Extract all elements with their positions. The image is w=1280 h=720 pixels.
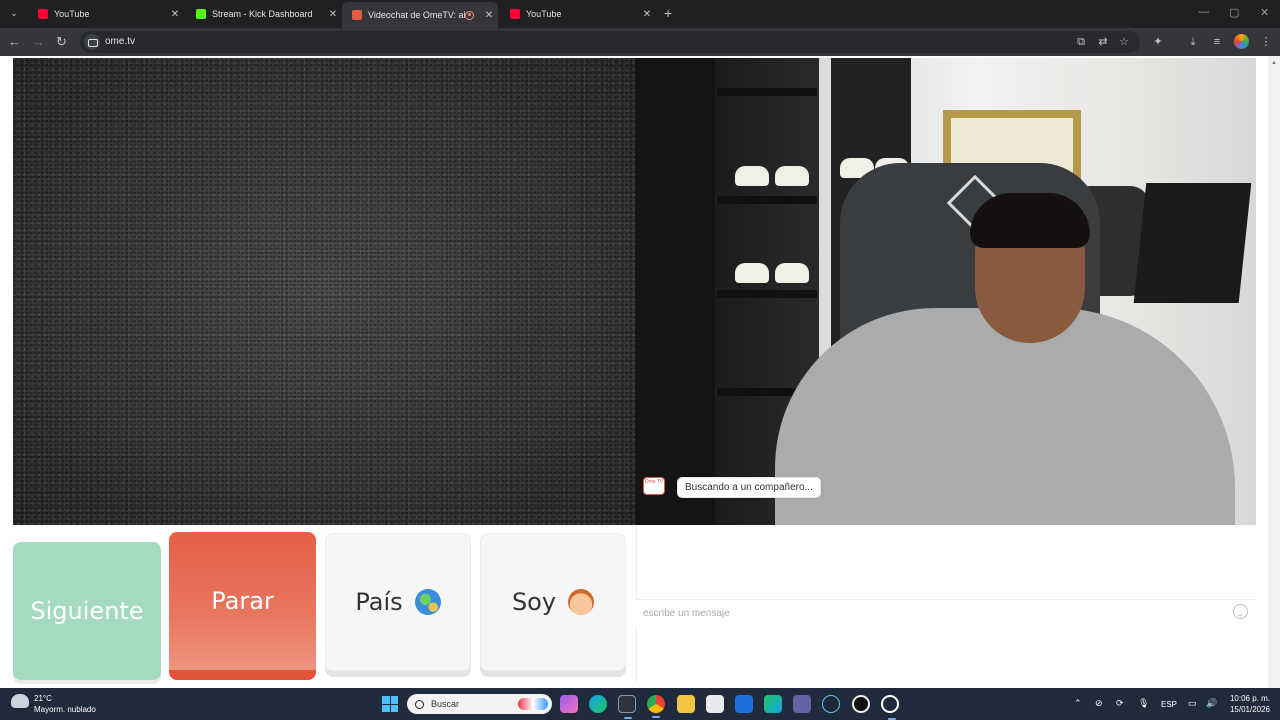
maximize-icon[interactable]: ▢ [1229,6,1239,19]
steam-icon[interactable] [822,695,840,713]
stop-button-label: Parar [211,587,274,615]
logitech-g-icon[interactable] [881,695,899,720]
copilot-icon[interactable] [560,695,578,713]
partner-video [13,58,635,525]
store-icon[interactable] [706,695,724,713]
ometv-logo: Ome TV [643,477,665,495]
gender-button-label: Soy [511,588,557,616]
emoji-icon[interactable] [1233,604,1248,619]
taskbar [0,688,1280,720]
tab-ometv[interactable]: Videochat de OmeTV: alter ✕ [342,2,498,28]
youtube-icon [510,9,520,19]
boy-emoji-icon [568,589,595,615]
globe-icon [414,589,441,615]
search-icon [415,699,424,709]
microsoft-365-icon[interactable] [764,695,782,713]
sneaker [735,263,769,283]
chrome-icon[interactable] [647,695,665,718]
scroll-up-icon[interactable]: ▲ [1271,60,1277,66]
weather-temp[interactable]: 21°C [34,694,52,703]
forward-icon[interactable]: → [32,34,45,50]
obs-icon[interactable] [618,695,636,719]
download-icon[interactable]: ⤓ [1186,35,1200,49]
close-tab-icon[interactable]: ✕ [168,9,182,20]
kick-icon [196,9,206,19]
mic-shield [1133,183,1252,303]
self-camera-video [635,58,1256,525]
profile-avatar[interactable] [1234,34,1249,49]
mail-icon[interactable] [735,695,753,713]
sync-icon[interactable]: ⟳ [1116,698,1124,709]
tab-title: YouTube [526,9,562,19]
extensions-icon[interactable]: ✦ [1151,35,1165,49]
next-button-label: Siguiente [30,597,144,625]
site-info-icon[interactable] [84,34,100,50]
translate-icon[interactable]: ⇄ [1096,35,1110,49]
bookmark-star-icon[interactable]: ☆ [1117,35,1131,49]
weather-desc[interactable]: Mayorm. nublado [34,705,96,714]
close-window-icon[interactable]: ✕ [1260,6,1269,19]
close-tab-icon[interactable]: ✕ [326,9,340,20]
ometv-icon [352,10,362,20]
sneaker [735,166,769,186]
next-button[interactable]: Siguiente [13,542,161,680]
volume-icon[interactable]: 🔊 [1206,698,1217,709]
tab-title: Stream - Kick Dashboard [212,9,313,19]
person-hair [970,193,1090,248]
ometv-page: Siguiente Parar País Soy [0,56,1280,688]
shelf [717,290,817,298]
gender-button[interactable]: Soy [480,533,626,671]
shelf [717,196,817,204]
teams-icon[interactable] [793,695,811,713]
language-indicator[interactable]: ESP [1161,700,1177,709]
message-input[interactable] [636,599,1256,626]
tab-youtube-1[interactable]: YouTube ✕ [28,3,184,25]
search-highlight-icon [518,698,548,710]
tab-title: Videochat de OmeTV: alter [368,10,465,20]
address-bar[interactable] [80,31,1140,53]
status-message: Buscando a un compañero... [677,477,821,498]
cast-icon[interactable]: ⧉ [1074,35,1088,49]
country-button-label: País [355,588,403,616]
app-icon[interactable] [852,695,870,713]
search-placeholder: Buscar [431,699,460,709]
cloud-icon[interactable] [11,694,29,708]
tab-title: YouTube [54,9,90,19]
new-tab-button[interactable]: + [664,5,672,21]
tab-search-icon[interactable]: ⌄ [6,5,22,21]
stop-button[interactable]: Parar [169,532,316,680]
edge-icon[interactable] [589,695,607,713]
shelf [717,88,817,96]
browser-toolbar: ← → ↻ [0,28,1280,56]
reading-list-icon[interactable]: ≡ [1210,35,1224,49]
display-icon[interactable]: ▭ [1188,698,1197,709]
close-tab-icon[interactable]: ✕ [482,10,496,21]
file-explorer-icon[interactable] [677,695,695,713]
clock-date: 15/01/2026 [1229,705,1270,714]
person-hoodie [775,308,1235,525]
close-tab-icon[interactable]: ✕ [640,9,654,20]
minimize-icon[interactable]: — [1198,6,1209,18]
sneaker [775,166,809,186]
back-icon[interactable]: ← [8,34,21,50]
network-off-icon[interactable]: ⊘ [1095,698,1103,709]
microphone-icon[interactable]: 🎙 [1138,698,1149,709]
menu-kebab-icon[interactable]: ⋮ [1259,35,1273,49]
taskbar-search[interactable]: Buscar [407,694,552,714]
tab-strip: ⌄ YouTube ✕ Stream - Kick Dashboard ✕ Vi… [0,0,1280,28]
tab-youtube-2[interactable]: YouTube ✕ [500,3,656,25]
clock[interactable]: 10:06 p. m. 15/01/2026 [1226,693,1270,715]
youtube-icon [38,9,48,19]
url-text[interactable]: ome.tv [105,36,135,47]
clock-time: 10:06 p. m. [1229,694,1270,703]
tab-kick-dashboard[interactable]: Stream - Kick Dashboard ✕ [186,3,342,25]
recording-icon [465,10,474,20]
country-button[interactable]: País [325,533,471,671]
sneaker [775,263,809,283]
windows-start-icon[interactable] [382,696,398,712]
scrollbar[interactable] [1268,56,1280,688]
tray-chevron-icon[interactable]: ⌃ [1074,698,1082,709]
reload-icon[interactable]: ↻ [56,34,67,50]
wardrobe [635,58,715,525]
